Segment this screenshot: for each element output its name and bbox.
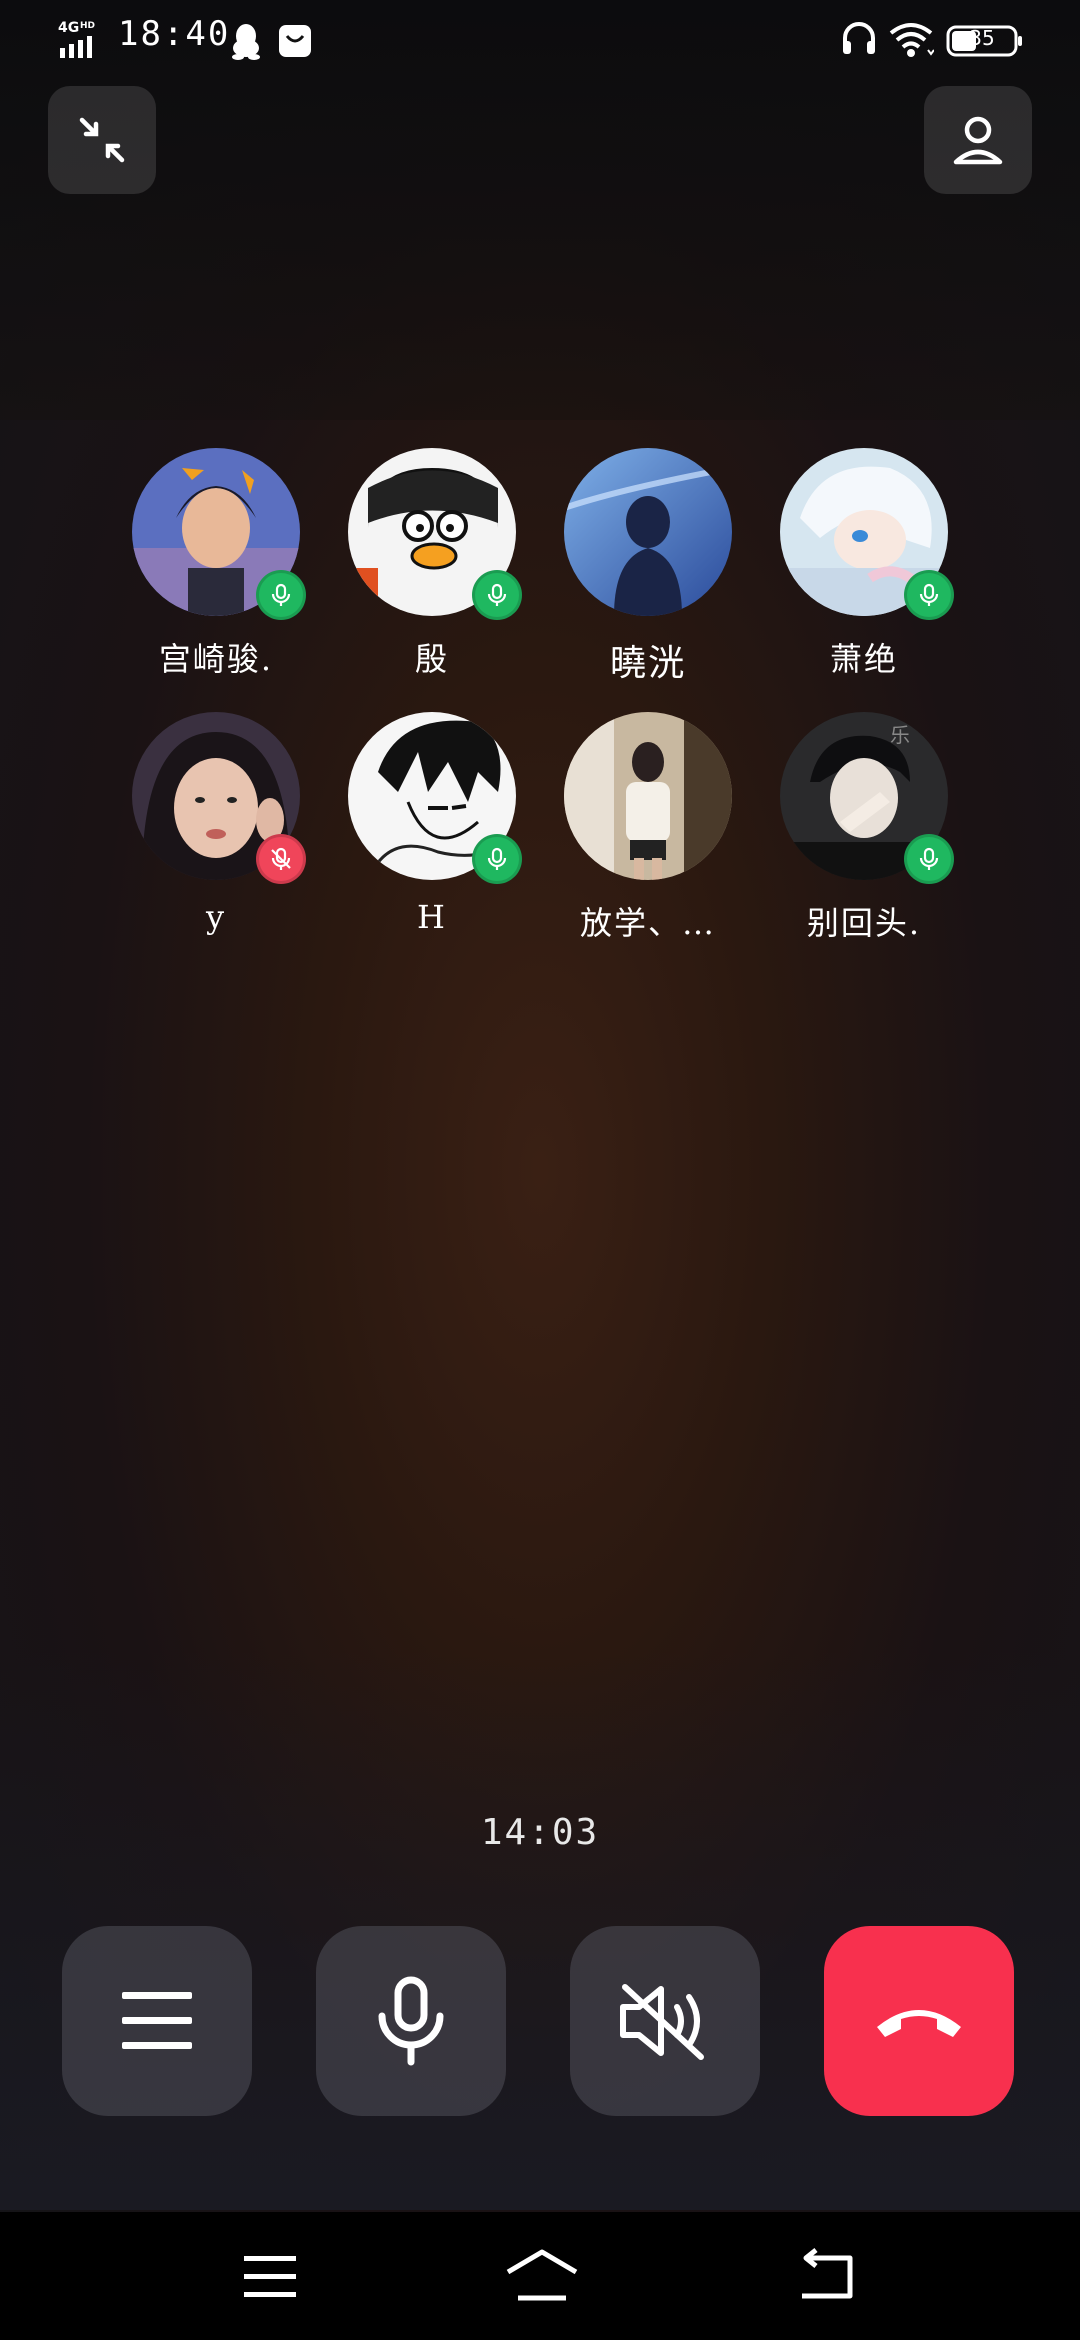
participant-name: 宫崎骏. xyxy=(158,640,274,678)
svg-text:4G: 4G xyxy=(58,20,79,36)
microphone-muted-icon xyxy=(271,847,291,870)
message-icon xyxy=(279,25,311,57)
person-icon xyxy=(953,116,1003,165)
mic-on-badge xyxy=(904,834,954,884)
participant-7[interactable]: 放学、… xyxy=(532,712,732,962)
participant-2[interactable]: 殷 xyxy=(316,448,522,698)
avatar xyxy=(564,712,732,880)
wifi-icon xyxy=(889,23,934,57)
speaker-muted-icon xyxy=(620,1984,704,2060)
participant-name: y xyxy=(205,898,227,936)
microphone-button[interactable] xyxy=(316,1926,506,2116)
avatar xyxy=(564,448,732,616)
mic-on-badge xyxy=(904,570,954,620)
menu-button[interactable] xyxy=(62,1926,252,2116)
signal-icon: 4G HD xyxy=(58,20,95,58)
participant-4[interactable]: 萧绝 xyxy=(748,448,954,698)
speaker-button[interactable] xyxy=(570,1926,760,2116)
microphone-icon xyxy=(487,583,507,606)
participant-name: 殷 xyxy=(414,640,449,678)
mic-off-badge xyxy=(256,834,306,884)
status-time: 18:40 xyxy=(118,14,231,54)
participant-5[interactable]: y xyxy=(100,712,306,962)
microphone-icon xyxy=(378,1976,444,2066)
mic-on-badge xyxy=(472,834,522,884)
participant-name: 放学、… xyxy=(579,904,716,942)
participant-3[interactable]: 曉洸 xyxy=(532,448,732,698)
participant-name: 萧绝 xyxy=(829,640,898,678)
status-bar: 4G HD 18:40 35 xyxy=(0,0,1080,80)
headset-icon xyxy=(843,22,875,54)
hang-up-icon xyxy=(877,2010,961,2037)
mic-on-badge xyxy=(472,570,522,620)
microphone-icon xyxy=(919,847,939,870)
mic-on-badge xyxy=(256,570,306,620)
microphone-icon xyxy=(487,847,507,870)
svg-text:乐: 乐 xyxy=(890,723,910,747)
participant-name: H xyxy=(417,898,447,936)
hang-up-button[interactable] xyxy=(824,1926,1014,2116)
navigation-bar xyxy=(0,2212,1080,2340)
battery-level: 35 xyxy=(969,26,995,50)
hamburger-icon xyxy=(122,1992,192,2049)
participant-name: 别回头. xyxy=(806,904,922,942)
home-icon[interactable] xyxy=(504,2248,580,2304)
participant-1[interactable]: 宫崎骏. xyxy=(100,448,306,698)
minimize-button[interactable] xyxy=(48,86,156,194)
menu-icon[interactable] xyxy=(240,2248,300,2304)
members-button[interactable] xyxy=(924,86,1032,194)
microphone-icon xyxy=(919,583,939,606)
participant-8[interactable]: 乐 别回头. xyxy=(748,712,954,962)
minimize-icon xyxy=(79,117,125,163)
microphone-icon xyxy=(271,583,291,606)
call-duration: 14:03 xyxy=(480,1812,600,1853)
back-icon[interactable] xyxy=(796,2248,856,2304)
qq-icon xyxy=(232,24,260,60)
svg-text:HD: HD xyxy=(80,21,95,31)
participant-6[interactable]: H xyxy=(316,712,522,962)
participant-name: 曉洸 xyxy=(609,643,686,684)
